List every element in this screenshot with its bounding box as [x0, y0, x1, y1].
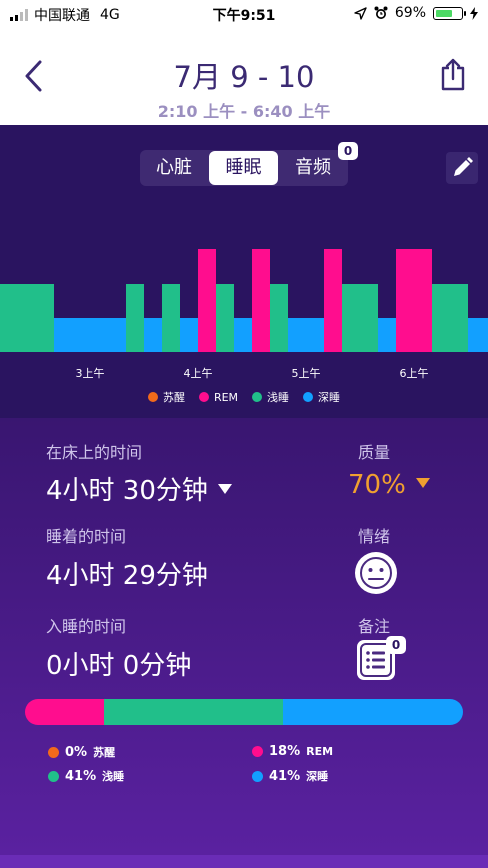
asleep-label: 睡着的时间 [46, 527, 127, 546]
quality-value[interactable]: 70% [348, 470, 430, 500]
stat-deep-name: 深睡 [306, 770, 329, 783]
stage-bar-light [270, 284, 288, 352]
stat-deep: 41% 深睡 [252, 768, 328, 784]
sleep-panel: 心脏 睡眠 音频 0 3上午 4上午 5上午 6上午 苏醒 REM 浅睡 深睡 在床上… [0, 125, 488, 855]
chart-legend: 苏醒 REM 浅睡 深睡 [0, 389, 488, 405]
stage-bar-deep [378, 318, 396, 352]
quality-label: 质量 [358, 443, 391, 462]
tab-heart[interactable]: 心脏 [140, 150, 208, 186]
stat-deep-dot [252, 770, 263, 782]
time-range: 2:10 上午 - 6:40 上午 [157, 102, 331, 121]
status-bar: 中国联通 4G 下午9:51 69% [0, 0, 488, 28]
stage-bar-light [126, 284, 144, 352]
quality-value-text: 70% [348, 470, 406, 500]
stat-light: 41% 浅睡 [48, 768, 124, 784]
stage-bar-light [342, 284, 378, 352]
charging-icon [470, 6, 478, 20]
stage-bar-deep [180, 318, 198, 352]
legend-light: 浅睡 [252, 389, 289, 405]
stat-light-pct: 41% [65, 768, 97, 784]
stage-bar-rem [396, 249, 432, 352]
sleep-stage-chart: 3上午 4上午 5上午 6上午 [0, 249, 488, 380]
in-bed-value-text: 4小时 30分钟 [46, 476, 208, 506]
mood-face-icon[interactable] [353, 550, 399, 596]
fall-asleep-label: 入睡的时间 [46, 617, 127, 636]
stat-rem-name: REM [306, 745, 334, 758]
stage-bar-light [216, 284, 234, 352]
share-button[interactable] [438, 58, 468, 92]
alarm-icon [374, 6, 388, 19]
stage-bar-rem [324, 249, 342, 352]
battery-icon [433, 6, 466, 20]
bottom-strip [0, 855, 488, 868]
stage-bar-light [432, 284, 468, 352]
quality-dropdown-icon [415, 477, 430, 488]
location-icon [354, 6, 367, 20]
in-bed-value[interactable]: 4小时 30分钟 [46, 470, 232, 507]
x-tick-label: 3上午 [76, 367, 105, 380]
legend-rem: REM [198, 389, 238, 405]
stage-bar-deep [54, 318, 126, 352]
stage-bar-light [162, 284, 180, 352]
stage-bar-rem [198, 249, 216, 352]
in-bed-label: 在床上的时间 [46, 443, 143, 462]
x-tick-label: 4上午 [184, 367, 213, 380]
breakdown-segment-deep [283, 699, 463, 725]
nav-header: 7月 9 - 10 2:10 上午 - 6:40 上午 [0, 28, 488, 125]
legend-awake: 苏醒 [147, 389, 185, 405]
stage-bar-deep [234, 318, 252, 352]
tab-sleep[interactable]: 睡眠 [209, 151, 278, 185]
x-tick-label: 6上午 [400, 367, 429, 380]
edit-button[interactable] [446, 152, 478, 184]
x-tick-label: 5上午 [292, 367, 321, 380]
stage-breakdown-bar [25, 699, 463, 725]
stage-bar-deep [288, 318, 324, 352]
breakdown-segment-light [103, 699, 284, 725]
stage-bar-deep [144, 318, 162, 352]
legend-deep: 深睡 [303, 389, 340, 405]
stat-awake: 0% 苏醒 [48, 744, 115, 760]
breakdown-segment-rem [25, 699, 104, 725]
mood-label: 情绪 [358, 527, 391, 546]
stat-awake-dot [48, 746, 59, 758]
page-title: 7月 9 - 10 [173, 60, 315, 94]
stat-light-dot [48, 770, 59, 782]
stage-bar-light [0, 284, 54, 352]
mode-tabs: 心脏 睡眠 音频 0 [140, 142, 358, 186]
stat-rem-dot [252, 746, 263, 757]
stat-light-name: 浅睡 [102, 770, 125, 783]
audio-badge: 0 [338, 142, 358, 160]
notes-label: 备注 [358, 617, 391, 636]
stat-awake-pct: 0% [65, 744, 88, 760]
stat-rem: 18% REM [252, 744, 333, 759]
in-bed-dropdown-icon [217, 483, 232, 494]
status-right: 69% [354, 5, 478, 21]
stat-rem-pct: 18% [269, 744, 301, 759]
stage-bar-deep [468, 318, 488, 352]
stat-awake-name: 苏醒 [93, 746, 116, 759]
stage-bar-rem [252, 249, 270, 352]
asleep-value: 4小时 29分钟 [46, 561, 208, 591]
notes-badge: 0 [386, 636, 406, 654]
stat-deep-pct: 41% [269, 768, 301, 784]
fall-asleep-value: 0小时 0分钟 [46, 651, 192, 681]
battery-percent: 69% [394, 5, 426, 21]
